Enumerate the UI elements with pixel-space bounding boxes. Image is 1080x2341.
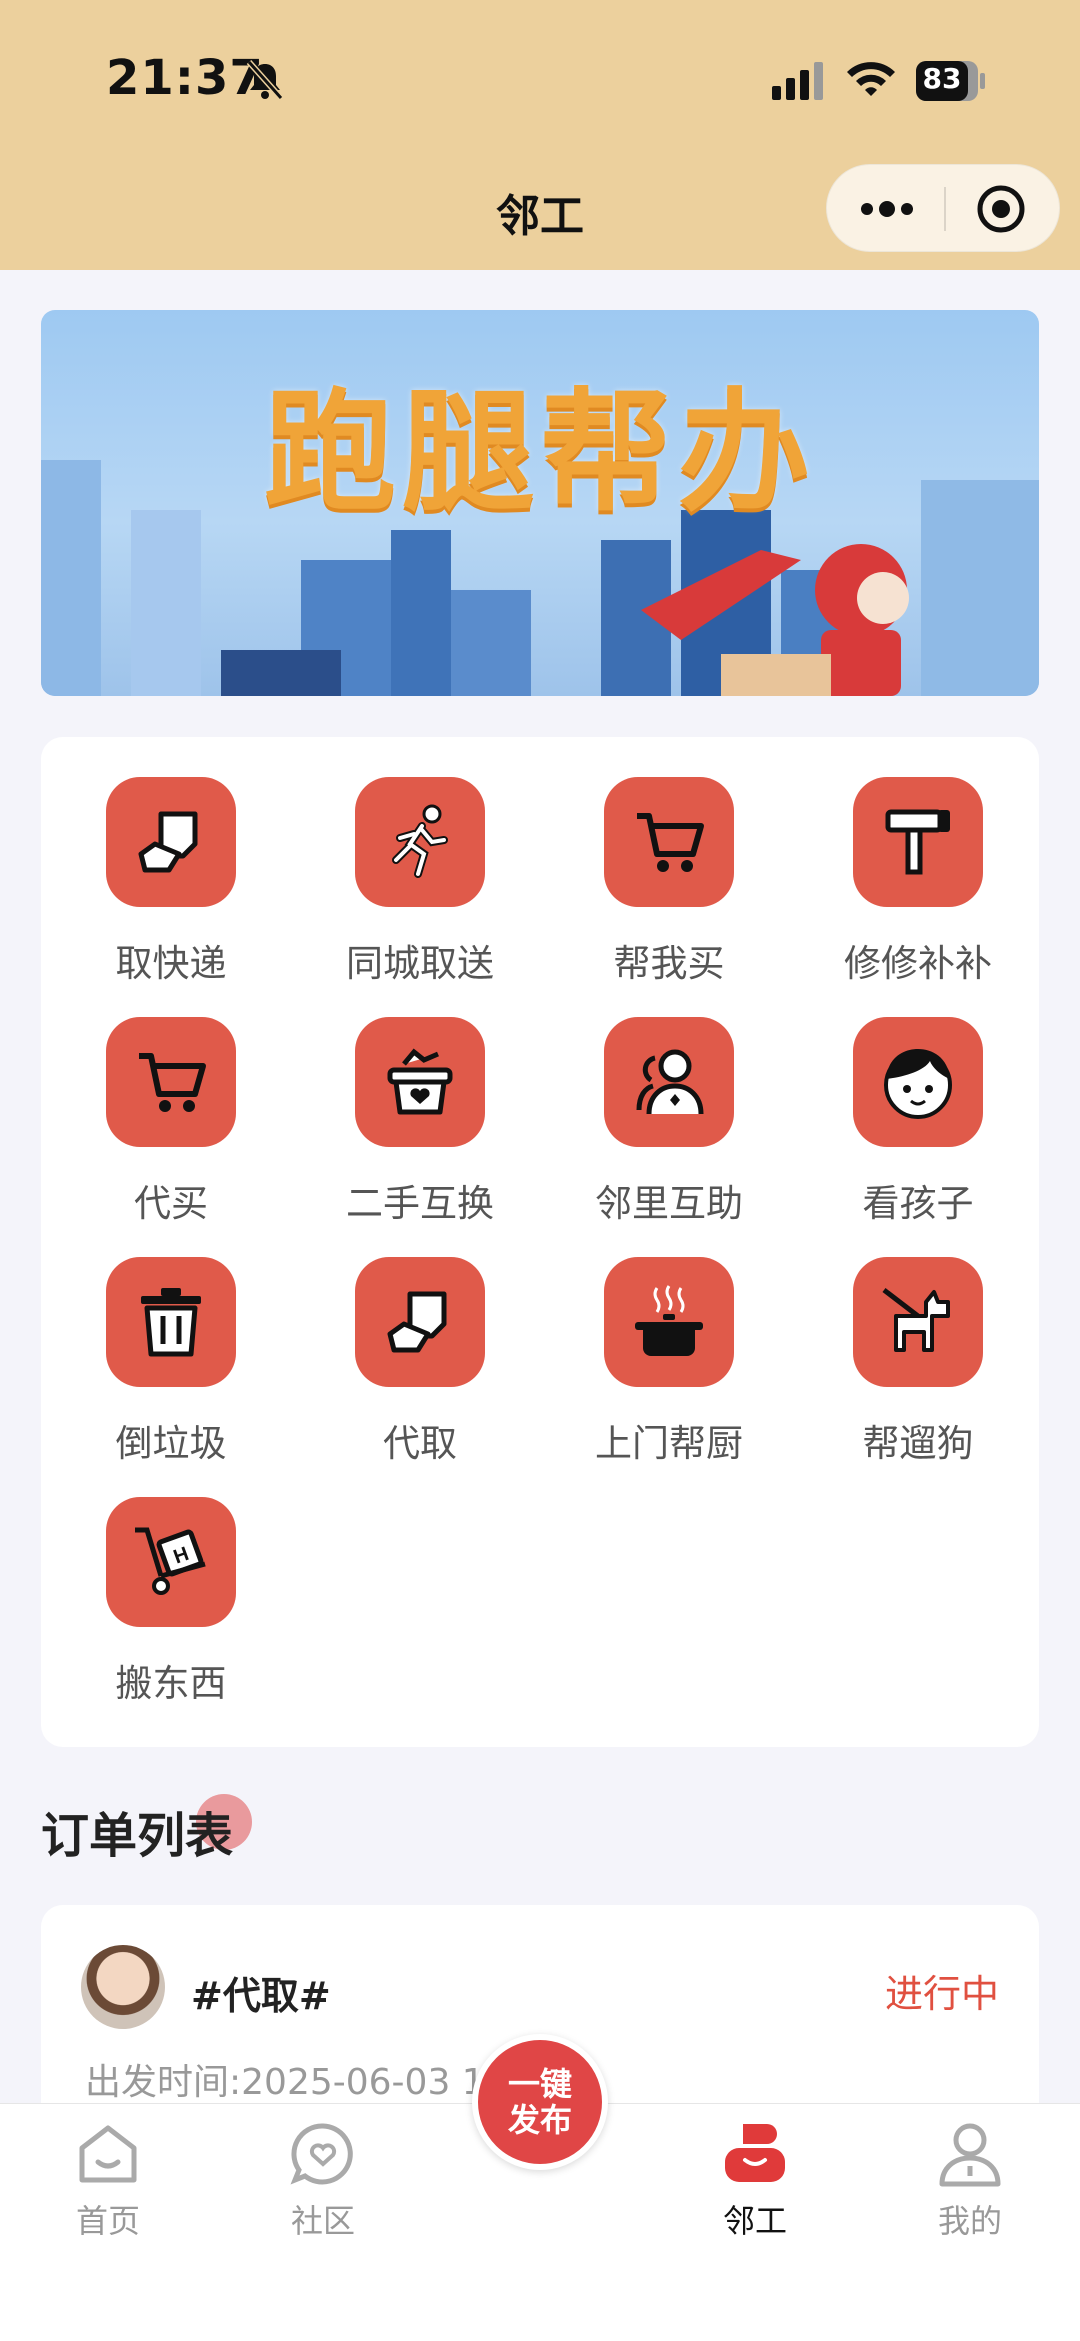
service-label: 代取 <box>383 1422 457 1465</box>
service-label: 帮遛狗 <box>862 1422 974 1465</box>
service-buy-for-me[interactable]: 帮我买 <box>544 737 764 985</box>
shopping-cart-icon <box>604 777 734 907</box>
more-icon[interactable] <box>857 189 917 229</box>
mini-program-capsule <box>826 164 1060 252</box>
people-icon <box>604 1017 734 1147</box>
user-icon <box>939 2123 1001 2187</box>
tab-label: 我的 <box>937 2202 1002 2240</box>
service-pickup-express[interactable]: 取快递 <box>46 737 266 985</box>
gift-basket-icon <box>355 1017 485 1147</box>
tab-linggong[interactable]: 邻工 <box>675 2118 835 2242</box>
banner-title: 跑腿帮办 <box>264 376 816 530</box>
wifi-icon <box>847 62 895 96</box>
bell-muted-icon <box>246 60 284 100</box>
hand-truck-icon: H <box>106 1497 236 1627</box>
package-hand-icon <box>106 777 236 907</box>
service-moving[interactable]: H 搬东西 <box>46 1457 266 1705</box>
running-man-icon <box>355 777 485 907</box>
tab-community[interactable]: 社区 <box>243 2118 403 2242</box>
service-babysitting[interactable]: 看孩子 <box>793 977 1013 1225</box>
hammer-icon <box>853 777 983 907</box>
dog-icon <box>853 1257 983 1387</box>
service-trash[interactable]: 倒垃圾 <box>46 1217 266 1465</box>
header-bar: 21:37 83 邻工 <box>0 0 1080 270</box>
home-icon <box>79 2125 137 2183</box>
service-repairs[interactable]: 修修补补 <box>793 737 1013 985</box>
orders-section-title: 订单列表 <box>41 1808 234 1864</box>
trash-icon <box>106 1257 236 1387</box>
capsule-divider <box>944 187 946 231</box>
tab-profile[interactable]: 我的 <box>890 2118 1050 2242</box>
service-pickup-on-behalf[interactable]: 代取 <box>295 1217 515 1465</box>
services-grid: 取快递 同城取送 帮我买 修修补补 代买 二手互换 邻里互助 看孩子 倒垃圾 代… <box>41 737 1039 1747</box>
tab-label: 首页 <box>75 2202 140 2240</box>
service-neighbor-help[interactable]: 邻里互助 <box>544 977 764 1225</box>
service-dog-walking[interactable]: 帮遛狗 <box>793 1217 1013 1465</box>
battery-level: 83 <box>922 62 962 95</box>
tab-home[interactable]: 首页 <box>28 2118 188 2242</box>
tab-label: 邻工 <box>722 2202 787 2240</box>
service-city-delivery[interactable]: 同城取送 <box>295 737 515 985</box>
quick-publish-button[interactable]: 一键 发布 <box>472 2034 608 2170</box>
signal-icon <box>772 62 823 100</box>
promo-banner[interactable]: 跑腿帮办 <box>41 310 1039 696</box>
child-face-icon <box>853 1017 983 1147</box>
close-target-icon[interactable] <box>975 183 1027 235</box>
fab-line-2: 发布 <box>507 2101 572 2139</box>
cooking-pot-icon <box>604 1257 734 1387</box>
order-status: 进行中 <box>884 1972 999 2016</box>
worker-icon <box>725 2124 785 2182</box>
order-departure-time: 出发时间:2025-06-03 1 <box>85 2062 485 2103</box>
status-time: 21:37 <box>106 50 264 106</box>
heart-chat-icon <box>290 2123 353 2185</box>
tab-label: 社区 <box>290 2202 355 2240</box>
avatar <box>81 1945 165 2029</box>
shopping-cart-icon <box>106 1017 236 1147</box>
order-tag: #代取# <box>191 1974 331 2018</box>
fab-line-1: 一键 <box>507 2065 572 2103</box>
package-hand-icon <box>355 1257 485 1387</box>
service-label: 搬东西 <box>115 1662 227 1705</box>
service-home-cook[interactable]: 上门帮厨 <box>544 1217 764 1465</box>
service-label: 上门帮厨 <box>595 1422 743 1465</box>
service-buy-on-behalf[interactable]: 代买 <box>46 977 266 1225</box>
service-second-hand[interactable]: 二手互换 <box>295 977 515 1225</box>
